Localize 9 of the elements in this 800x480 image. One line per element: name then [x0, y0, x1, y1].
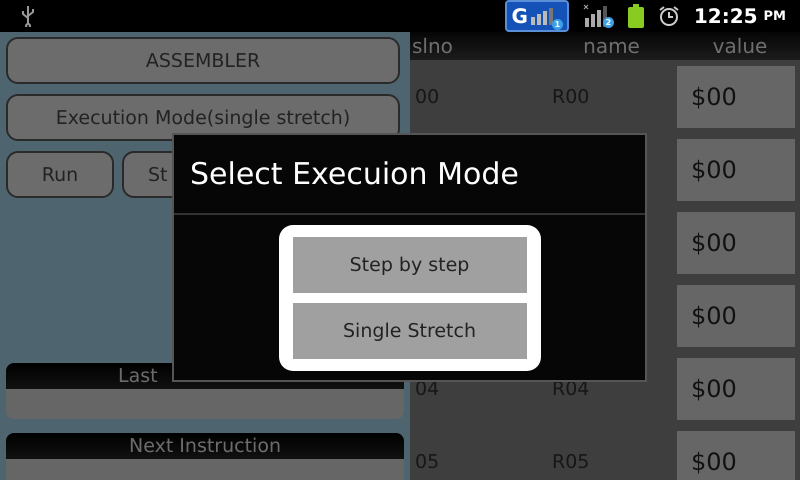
clock-time: 12:25 — [694, 4, 758, 28]
panel-title: Last — [118, 365, 158, 387]
dialog-title: Select Execuion Mode — [174, 135, 645, 215]
panel-title: Next Instruction — [129, 435, 281, 457]
column-header: slno — [411, 34, 454, 58]
clock-ampm: PM — [764, 8, 786, 24]
column-header: name — [582, 34, 641, 58]
column-header: value — [712, 34, 768, 58]
network-signal-icon: G 1 — [505, 0, 569, 32]
